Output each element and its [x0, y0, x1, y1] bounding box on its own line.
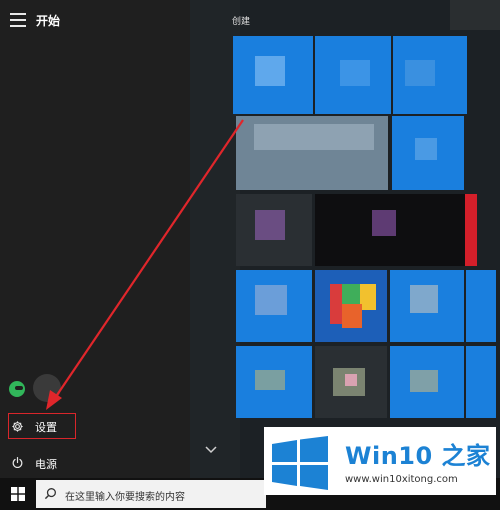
tile-glyph: [410, 285, 438, 313]
user-avatar[interactable]: [9, 381, 25, 397]
settings-label: 设置: [35, 421, 57, 434]
power-label: 电源: [35, 458, 57, 471]
tile-glyph: [410, 370, 438, 392]
watermark-title: Win10 之家: [345, 442, 491, 470]
tile-edge: [465, 194, 477, 266]
tile[interactable]: [466, 270, 496, 342]
tile-glyph: [342, 304, 362, 328]
windows-logo-icon: [272, 436, 328, 490]
user-account-blurred[interactable]: [33, 374, 61, 402]
start-menu-left-pane: [0, 0, 190, 478]
gear-icon: [12, 421, 23, 432]
watermark-url: www.win10xitong.com: [345, 474, 458, 485]
tile-glyph: [255, 285, 287, 315]
tile-glyph: [254, 124, 374, 150]
tile-glyph: [345, 374, 357, 386]
start-button[interactable]: [0, 478, 36, 510]
tile-glyph: [255, 370, 285, 390]
tile-glyph: [342, 284, 360, 304]
tile-glyph: [255, 56, 285, 86]
tile-glyph: [255, 210, 285, 240]
search-placeholder: 在这里输入你要搜索的内容: [65, 492, 185, 503]
tile-group-label: 创建: [232, 17, 251, 27]
start-menu-title: 开始: [36, 14, 61, 28]
tile-glyph: [360, 284, 376, 310]
tile-glyph: [405, 60, 435, 86]
tile-glyph: [415, 138, 437, 160]
tile[interactable]: [466, 346, 496, 418]
power-icon[interactable]: [11, 456, 24, 469]
chevron-down-icon[interactable]: [205, 445, 217, 455]
hamburger-icon[interactable]: [10, 13, 26, 27]
search-icon: [44, 488, 56, 500]
windows-logo-icon: [11, 487, 25, 501]
tile-glyph: [340, 60, 370, 86]
tile-glyph: [372, 210, 396, 236]
tile-glyph: [330, 284, 342, 324]
